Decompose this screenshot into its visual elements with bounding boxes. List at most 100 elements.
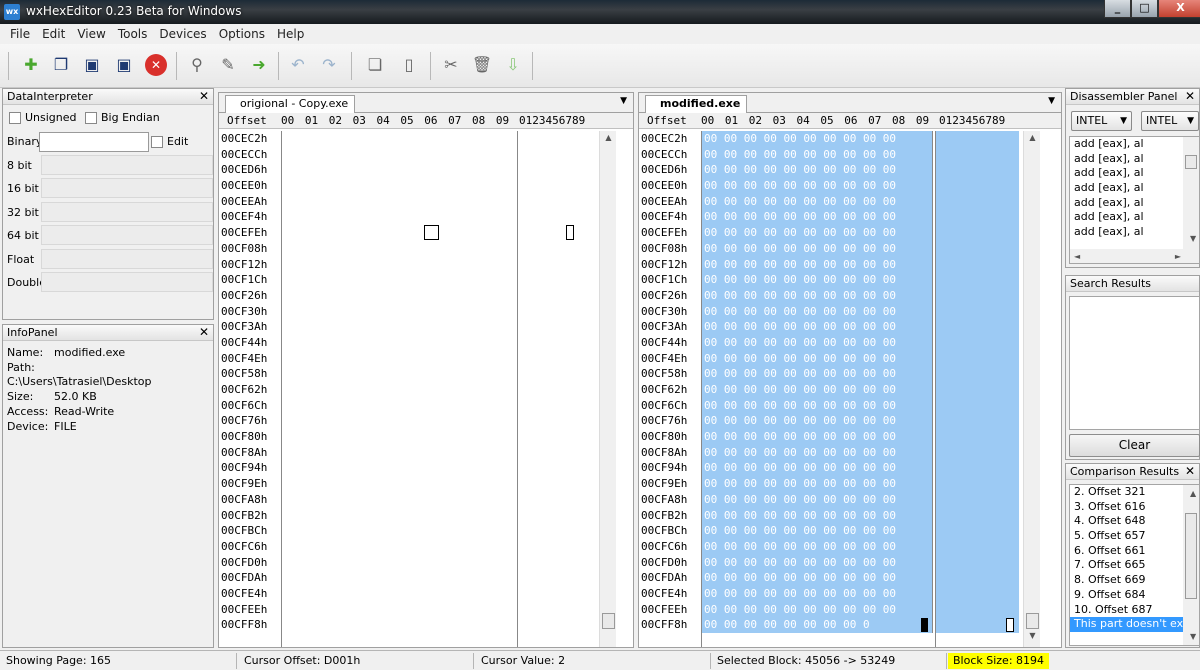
left-hex-area[interactable] [281,131,517,647]
open-file-icon[interactable]: ❐ [50,54,72,76]
undo-icon[interactable]: ↶ [287,54,309,76]
left-text-area[interactable] [517,131,599,647]
hex-column-header: 00 [701,114,715,127]
tab-origional-copy[interactable]: origional - Copy.exe [225,95,356,113]
tab-dropdown-icon[interactable]: ▼ [1048,96,1055,106]
status-separator [946,653,947,669]
scroll-up-icon[interactable]: ▲ [1024,133,1041,147]
offset-cell: 00CF8Ah [641,445,688,459]
hex-row: 00 00 00 00 00 00 00 00 00 00 [704,367,897,381]
tab-dropdown-icon[interactable]: ▼ [620,96,627,106]
copy-icon[interactable]: ❏ [364,54,386,76]
scroll-down-icon[interactable]: ▼ [1024,631,1041,645]
scroll-up-icon[interactable]: ▲ [600,133,617,147]
save-icon[interactable]: ▣ [81,54,103,76]
list-item[interactable]: 2. Offset 321 [1070,485,1199,500]
right-text-area[interactable] [935,131,1019,633]
scroll-down-icon[interactable]: ▼ [1186,630,1196,645]
right-scrollbar[interactable]: ▲ ▼ [1023,131,1040,647]
offset-cell: 00CF76h [221,414,268,428]
menu-options[interactable]: Options [213,24,271,44]
menu-view[interactable]: View [71,24,111,44]
cut-icon[interactable]: ✂ [440,54,462,76]
goto-icon[interactable]: ➜ [248,54,270,76]
redo-icon[interactable]: ↷ [318,54,340,76]
list-item-selected[interactable]: This part doesn't exist [1070,617,1183,632]
row-value-field[interactable] [41,225,213,245]
scroll-thumb[interactable] [602,613,615,629]
menu-file[interactable]: File [4,24,36,44]
save-as-icon[interactable]: ▣ [113,54,135,76]
row-value-field[interactable] [41,178,213,198]
find-icon[interactable]: ⚲ [186,54,208,76]
insert-icon[interactable]: ⇩ [502,54,524,76]
row-value-field[interactable] [41,272,213,292]
delete-icon[interactable]: 🗑 [471,54,493,76]
hex-row: 00 00 00 00 00 00 00 00 00 00 [704,477,897,491]
paste-icon[interactable]: ▯ [398,54,420,76]
close-window-button[interactable]: X [1158,0,1200,18]
hex-row: 00 00 00 00 00 00 00 00 00 00 [704,335,897,349]
list-item[interactable]: 3. Offset 616 [1070,500,1199,515]
close-panel-icon[interactable]: ✕ [1185,89,1195,104]
minimize-button[interactable]: _ [1104,0,1131,18]
list-item[interactable]: 6. Offset 661 [1070,544,1199,559]
edit-checkbox[interactable]: Edit [151,135,188,148]
menu-help[interactable]: Help [271,24,310,44]
list-item[interactable]: 7. Offset 665 [1070,558,1199,573]
scroll-left-icon[interactable]: ◄ [1074,250,1080,263]
disasm-line: add [eax], al [1074,210,1144,224]
checkbox-icon[interactable] [9,112,21,124]
scroll-thumb[interactable] [1185,155,1197,169]
replace-icon[interactable]: ✎ [217,54,239,76]
list-item[interactable]: 4. Offset 648 [1070,514,1199,529]
menu-tools[interactable]: Tools [112,24,154,44]
hex-column-header: 06 [844,114,858,127]
close-panel-icon[interactable]: ✕ [199,325,209,340]
disasm-line: add [eax], al [1074,151,1144,165]
unsigned-checkbox[interactable]: Unsigned [9,111,77,124]
title-bar[interactable]: wx wxHexEditor 0.23 Beta for Windows _ □… [0,0,1200,24]
checkbox-icon[interactable] [85,112,97,124]
row-value-field[interactable] [41,202,213,222]
checkbox-icon[interactable] [151,136,163,148]
new-file-icon[interactable]: ✚ [20,54,42,76]
arch-select-1[interactable]: INTEL ▼ [1071,111,1132,131]
list-item[interactable]: 9. Offset 684 [1070,588,1199,603]
close-panel-icon[interactable]: ✕ [199,89,209,104]
search-results-list[interactable] [1069,296,1200,430]
big-endian-checkbox[interactable]: Big Endian [85,111,160,124]
disassembly-list[interactable]: add [eax], al add [eax], al add [eax], a… [1069,136,1200,264]
right-hex-area[interactable]: 00 00 00 00 00 00 00 00 00 00 00 00 00 00… [701,131,933,633]
right-hex-unselected [701,633,933,647]
comparison-results-list[interactable]: 2. Offset 321 3. Offset 616 4. Offset 64… [1069,484,1200,646]
maximize-button[interactable]: □ [1131,0,1158,18]
list-item[interactable]: 8. Offset 669 [1070,573,1199,588]
close-file-icon[interactable]: ✕ [145,54,167,76]
left-scrollbar[interactable]: ▲ [599,131,616,647]
scroll-down-icon[interactable]: ▼ [1186,232,1196,247]
tab-modified[interactable]: modified.exe [645,95,748,113]
clear-button[interactable]: Clear [1069,434,1200,457]
scroll-thumb[interactable] [1026,613,1039,629]
menu-devices[interactable]: Devices [153,24,212,44]
row-value-field[interactable] [41,249,213,269]
menu-edit[interactable]: Edit [36,24,71,44]
close-panel-icon[interactable]: ✕ [1185,464,1195,479]
offset-cell: 00CEEAh [641,194,688,208]
hex-row: 00 00 00 00 00 00 00 00 0 [704,618,870,632]
scroll-right-icon[interactable]: ► [1175,250,1181,263]
arch-select-2[interactable]: INTEL ▼ [1141,111,1199,131]
list-item[interactable]: 5. Offset 657 [1070,529,1199,544]
comparison-scrollbar[interactable]: ▲ ▼ [1183,485,1199,645]
scroll-thumb[interactable] [1185,513,1197,599]
row-value-field[interactable] [41,155,213,175]
disasm-scrollbar[interactable]: ▼ [1183,137,1199,263]
disasm-hscrollbar[interactable]: ◄ ► [1070,249,1185,263]
offset-cell: 00CF62h [221,383,268,396]
offset-cell: 00CF80h [221,430,268,444]
scroll-up-icon[interactable]: ▲ [1186,487,1196,502]
list-item[interactable]: 10. Offset 687 [1070,603,1199,618]
text-cursor [566,225,574,240]
binary-input[interactable] [39,132,149,152]
